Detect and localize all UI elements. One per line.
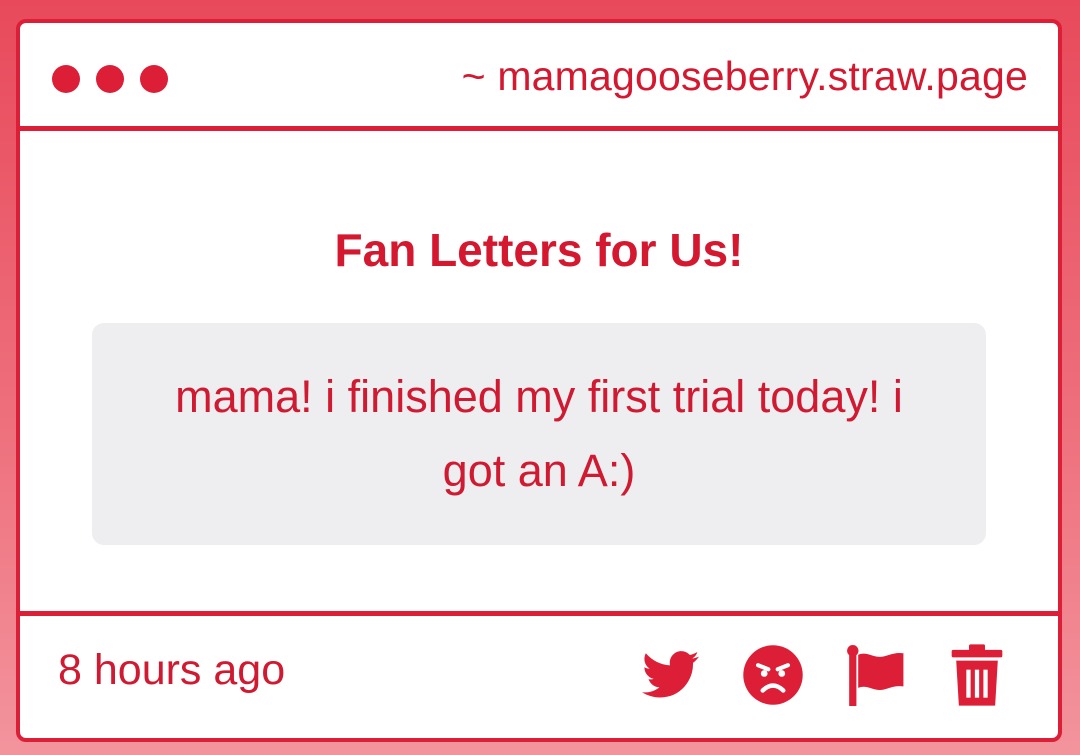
- flag-icon: [847, 645, 904, 706]
- action-bar: [638, 642, 1010, 708]
- letter-footer: 8 hours ago: [20, 611, 1058, 738]
- window-dot-maximize[interactable]: [140, 65, 168, 93]
- timestamp: 8 hours ago: [58, 646, 286, 694]
- window-titlebar: ~ mamagooseberry.straw.page: [20, 23, 1058, 131]
- twitter-bird-icon: [642, 651, 700, 698]
- message-text: mama! i finished my first trial today! i…: [175, 371, 903, 496]
- page-url[interactable]: ~ mamagooseberry.straw.page: [462, 53, 1028, 100]
- page-title: Fan Letters for Us!: [334, 224, 744, 276]
- delete-button[interactable]: [944, 642, 1010, 708]
- window-controls: [52, 65, 168, 93]
- letter-card: ~ mamagooseberry.straw.page Fan Letters …: [16, 19, 1062, 742]
- angry-face-icon: [743, 645, 803, 705]
- report-flag-button[interactable]: [842, 642, 908, 708]
- twitter-share-button[interactable]: [638, 642, 704, 708]
- letter-content: Fan Letters for Us! mama! i finished my …: [20, 131, 1058, 619]
- message-box: mama! i finished my first trial today! i…: [92, 323, 986, 545]
- window-dot-close[interactable]: [52, 65, 80, 93]
- trash-icon: [951, 644, 1003, 706]
- angry-react-button[interactable]: [740, 642, 806, 708]
- window-dot-minimize[interactable]: [96, 65, 124, 93]
